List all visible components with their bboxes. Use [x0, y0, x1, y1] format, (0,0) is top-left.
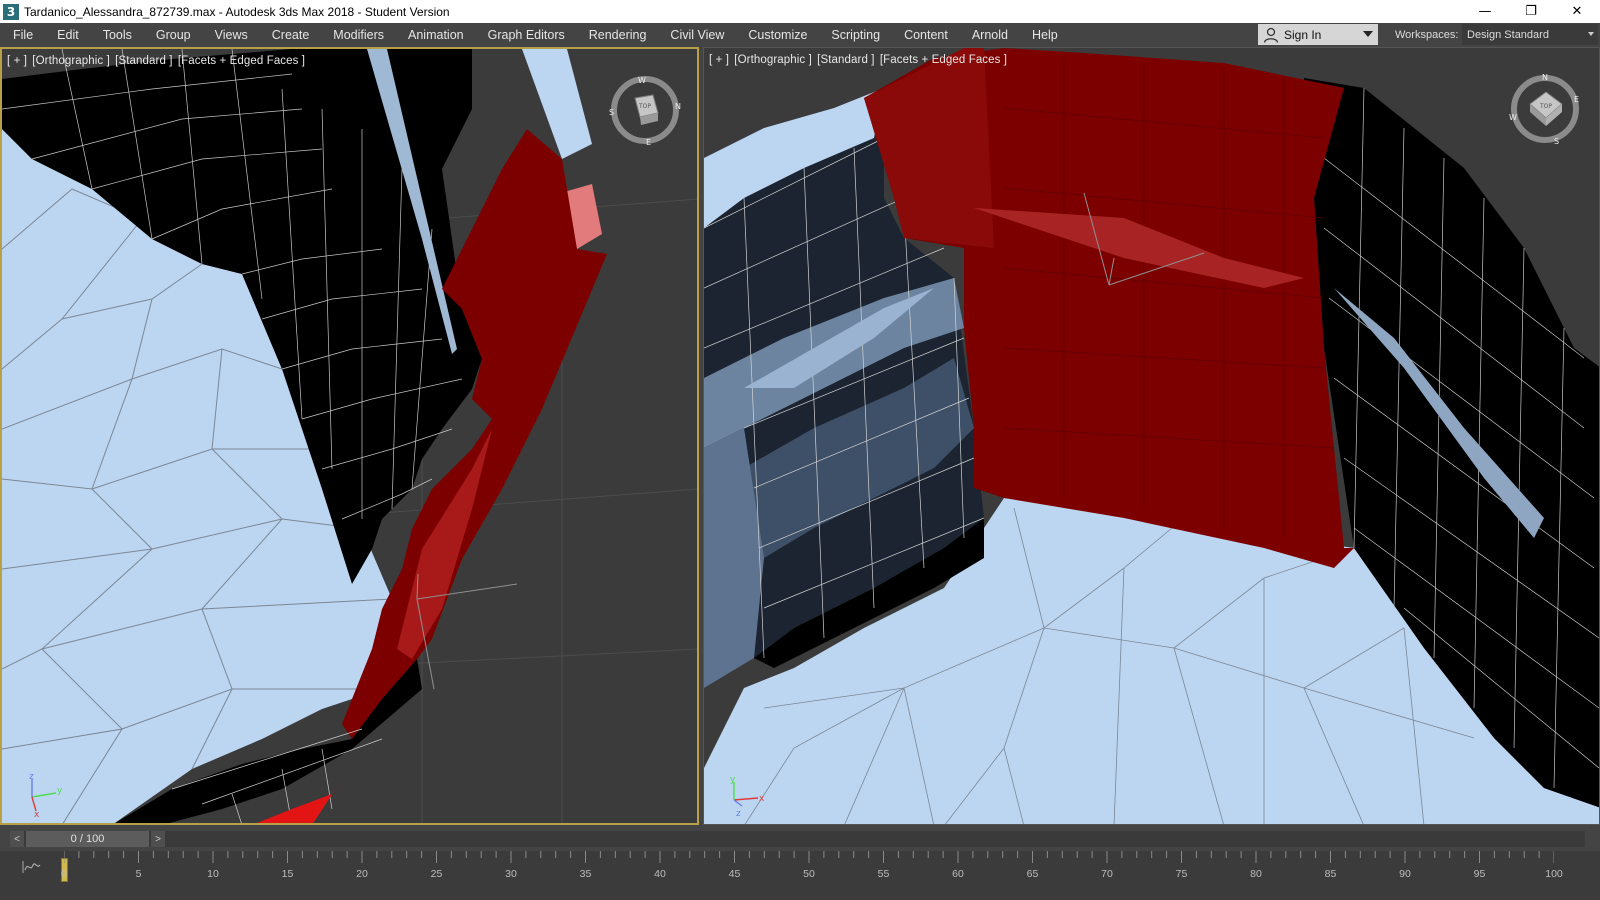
svg-text:y: y: [57, 786, 63, 796]
person-icon: [1263, 27, 1279, 43]
viewport-right[interactable]: [ + ] [Orthographic ] [Standard ] [Facet…: [703, 47, 1600, 825]
menu-scripting[interactable]: Scripting: [819, 23, 892, 46]
svg-text:W: W: [1509, 113, 1517, 122]
frame-tick-label: 5: [135, 868, 142, 880]
svg-text:E: E: [646, 138, 651, 147]
minimize-button[interactable]: —: [1462, 0, 1508, 23]
viewport-menu-plus[interactable]: [ + ]: [7, 55, 27, 67]
viewport-display-mode[interactable]: [Facets + Edged Faces ]: [178, 55, 305, 67]
window-title: Tardanico_Alessandra_872739.max - Autode…: [24, 4, 450, 19]
menu-civil-view[interactable]: Civil View: [658, 23, 736, 46]
axis-tripod-icon: x y z: [730, 775, 765, 818]
viewcube-icon[interactable]: TOP W N E S: [608, 73, 682, 147]
menu-help[interactable]: Help: [1020, 23, 1070, 46]
viewport-shading-standard[interactable]: [Standard ]: [115, 55, 172, 67]
frame-tick-label: 25: [430, 868, 443, 880]
close-button[interactable]: ✕: [1554, 0, 1600, 23]
title-bar: 3 Tardanico_Alessandra_872739.max - Auto…: [0, 0, 1600, 23]
viewport-menu-plus[interactable]: [ + ]: [709, 54, 729, 66]
frame-tick-label: 35: [579, 868, 592, 880]
svg-text:S: S: [609, 108, 614, 117]
viewport-point-of-view[interactable]: [Orthographic ]: [734, 54, 812, 66]
menu-file[interactable]: File: [0, 23, 45, 46]
frame-tick-label: 30: [505, 868, 517, 880]
menu-content[interactable]: Content: [892, 23, 960, 46]
frame-tick-label: 100: [1545, 868, 1563, 880]
frame-tick-label: 75: [1175, 868, 1188, 880]
viewport-left-label[interactable]: [ + ] [Orthographic ] [Standard ] [Facet…: [7, 55, 307, 67]
workspace-select[interactable]: Design Standard: [1462, 24, 1598, 45]
window-controls: — ❐ ✕: [1462, 0, 1600, 23]
frame-tick-label: 45: [728, 868, 741, 880]
frame-tick-label: 65: [1026, 868, 1039, 880]
svg-text:W: W: [638, 76, 646, 85]
svg-text:S: S: [1554, 137, 1559, 146]
viewport-shading-standard[interactable]: [Standard ]: [817, 54, 874, 66]
menu-graph-editors[interactable]: Graph Editors: [476, 23, 577, 46]
svg-text:y: y: [730, 775, 736, 785]
time-slider: < 0 / 100 >: [0, 827, 1600, 851]
frame-tick-label: 20: [356, 868, 368, 880]
restore-button[interactable]: ❐: [1508, 0, 1554, 23]
3ds-max-window: 3 Tardanico_Alessandra_872739.max - Auto…: [0, 0, 1600, 900]
track-bar[interactable]: 0 5 10 15 20 25 30 35 40 45 50 55 60 65 70 75 80 85 90 95 10…: [0, 851, 1600, 900]
track-bar-ruler[interactable]: 0 5 10 15 20 25 30 35 40 45 50 55 60 65 70 75 80 85 90 95 10…: [61, 851, 1563, 900]
svg-text:N: N: [675, 102, 681, 111]
axis-tripod-icon: y z x: [29, 772, 63, 817]
menu-animation[interactable]: Animation: [396, 23, 476, 46]
viewport-right-scene: [704, 48, 1599, 824]
workspaces-label: Workspaces:: [1395, 28, 1459, 41]
menu-create[interactable]: Create: [260, 23, 322, 46]
menu-edit[interactable]: Edit: [45, 23, 91, 46]
menu-customize[interactable]: Customize: [736, 23, 819, 46]
chevron-down-icon: [1588, 32, 1594, 36]
menu-group[interactable]: Group: [144, 23, 203, 46]
svg-text:z: z: [29, 772, 34, 782]
time-slider-thumb[interactable]: 0 / 100: [26, 831, 149, 847]
viewport-point-of-view[interactable]: [Orthographic ]: [32, 55, 110, 67]
frame-tick-label: 95: [1473, 868, 1486, 880]
viewport-left[interactable]: [ + ] [Orthographic ] [Standard ] [Facet…: [0, 47, 699, 825]
viewport-display-mode[interactable]: [Facets + Edged Faces ]: [880, 54, 1007, 66]
next-frame-button[interactable]: >: [151, 831, 165, 847]
svg-text:x: x: [759, 794, 765, 804]
viewcube-icon[interactable]: TOP N E S W: [1508, 72, 1582, 146]
previous-frame-button[interactable]: <: [10, 831, 24, 847]
svg-text:z: z: [736, 809, 741, 818]
svg-text:TOP: TOP: [1539, 103, 1552, 110]
menu-rendering[interactable]: Rendering: [577, 23, 659, 46]
menu-arnold[interactable]: Arnold: [960, 23, 1020, 46]
svg-text:E: E: [1574, 95, 1579, 104]
frame-tick-label: 85: [1324, 868, 1337, 880]
frame-tick-label: 40: [654, 868, 666, 880]
frame-tick-label: 60: [952, 868, 964, 880]
viewport-left-scene: [2, 49, 697, 823]
frame-tick-label: 10: [207, 868, 219, 880]
sign-in-dropdown[interactable]: Sign In: [1258, 24, 1378, 45]
time-slider-track[interactable]: [10, 831, 1585, 847]
menu-views[interactable]: Views: [203, 23, 260, 46]
frame-tick-label: 50: [803, 868, 815, 880]
menu-modifiers[interactable]: Modifiers: [321, 23, 396, 46]
frame-tick-label: 70: [1101, 868, 1113, 880]
viewport-right-label[interactable]: [ + ] [Orthographic ] [Standard ] [Facet…: [709, 54, 1009, 66]
svg-text:x: x: [34, 810, 40, 817]
frame-tick-label: 55: [877, 868, 890, 880]
menu-tools[interactable]: Tools: [91, 23, 144, 46]
sign-in-label: Sign In: [1284, 27, 1322, 42]
svg-text:TOP: TOP: [638, 103, 651, 110]
frame-tick-label: 90: [1399, 868, 1411, 880]
workspace-value: Design Standard: [1467, 28, 1549, 41]
chevron-down-icon: [1363, 31, 1373, 37]
frame-tick-label: 0: [61, 868, 67, 880]
svg-text:N: N: [1542, 73, 1548, 82]
frame-tick-label: 80: [1250, 868, 1262, 880]
curve-editor-icon[interactable]: [20, 859, 42, 875]
frame-tick-label: 15: [281, 868, 294, 880]
app-icon: 3: [3, 3, 19, 20]
